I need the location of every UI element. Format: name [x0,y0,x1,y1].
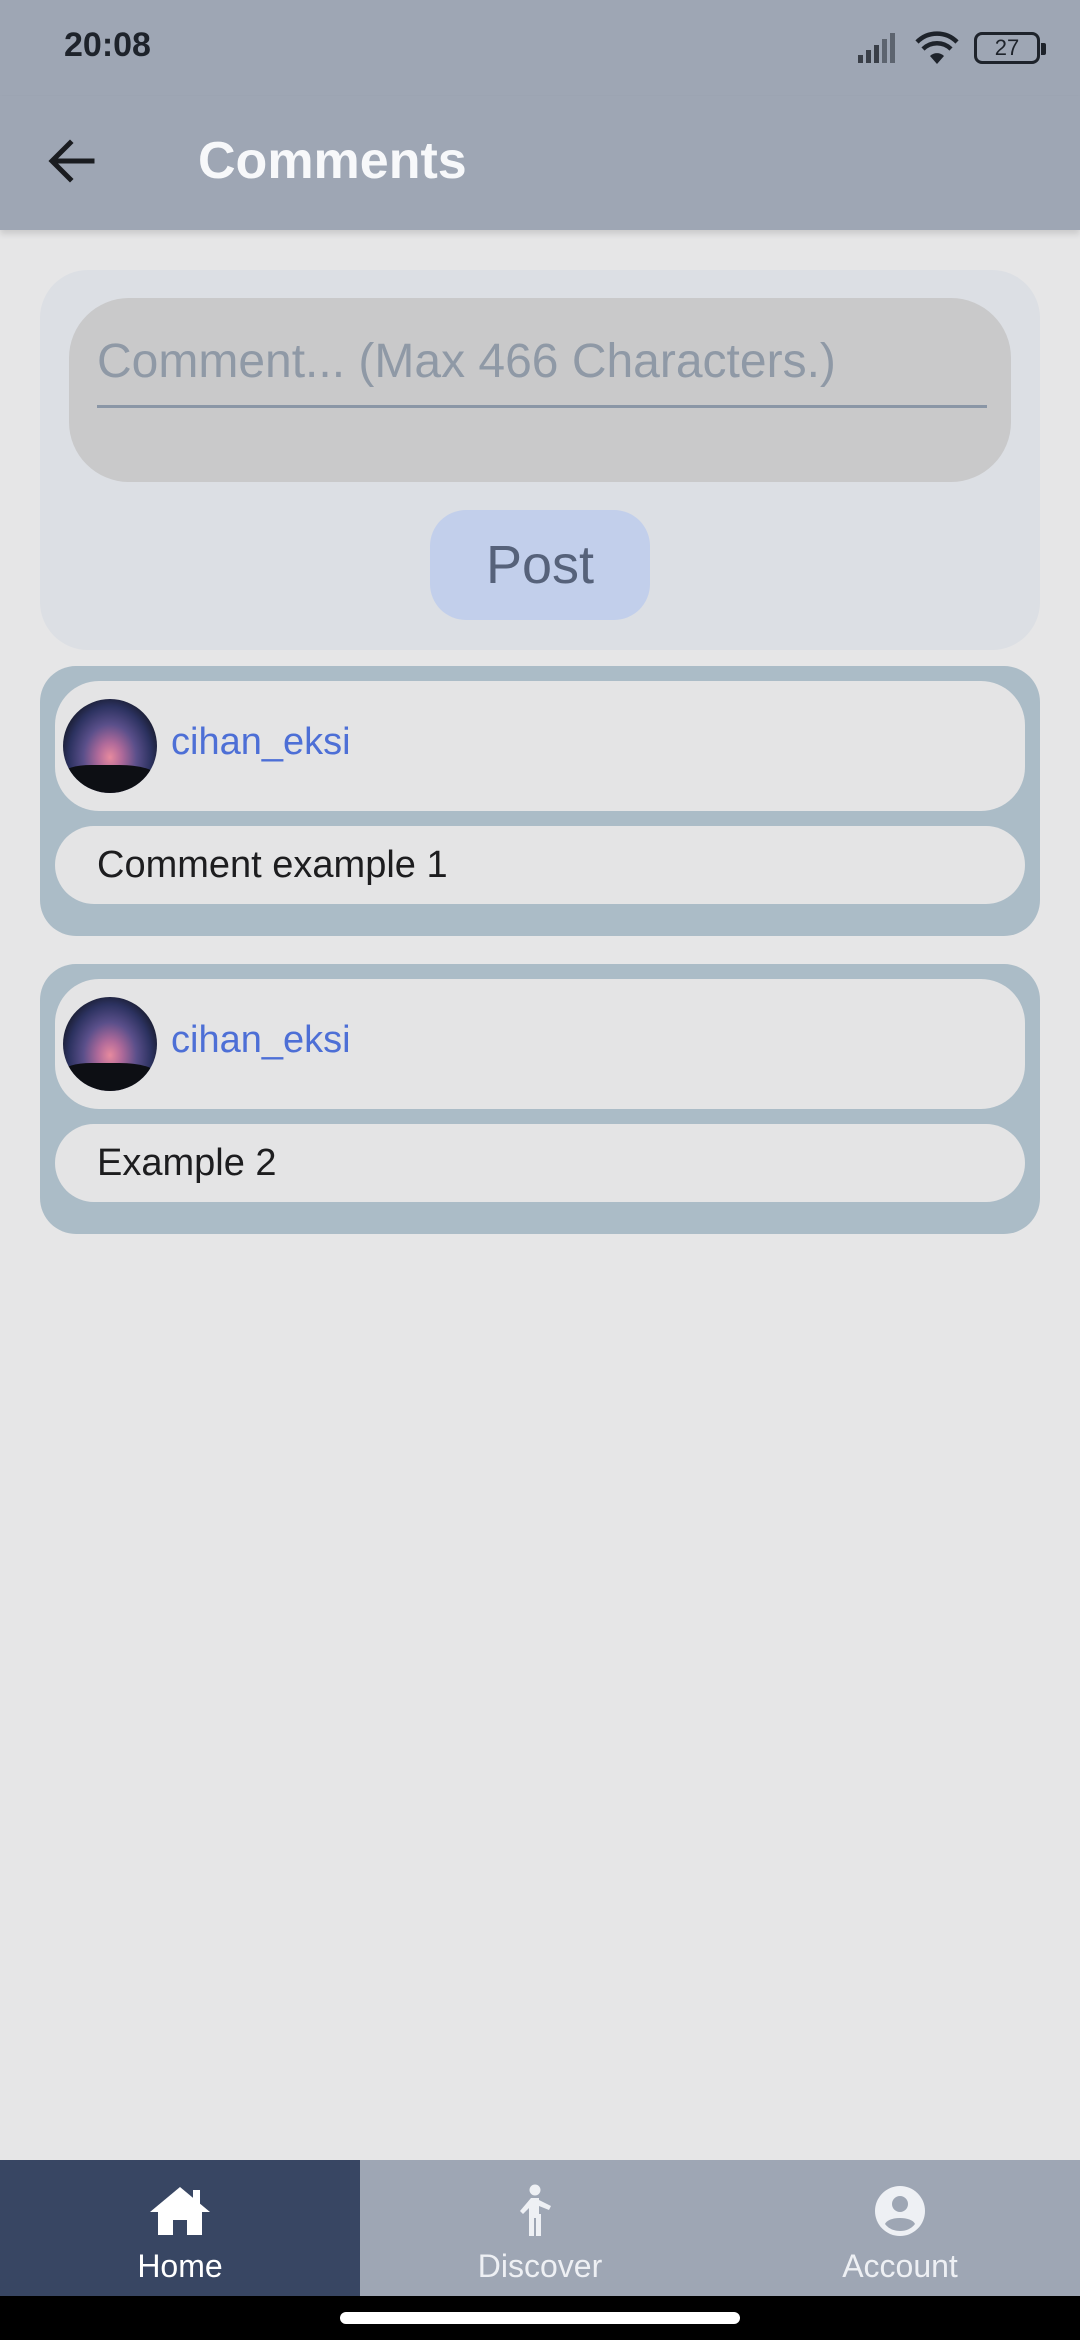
signal-icon [858,33,895,63]
nav-label-home: Home [137,2248,223,2284]
compose-card: Post [40,270,1040,650]
battery-level: 27 [994,35,1020,60]
nav-item-account[interactable]: Account [720,2160,1080,2296]
account-circle-icon [867,2182,933,2240]
comment-card: cihan_eksi Comment example 1 [40,666,1040,936]
nav-label-discover: Discover [477,2248,603,2284]
status-bar: 20:08 27 [0,0,1080,96]
status-time: 20:08 [64,26,151,64]
home-gesture-handle[interactable] [340,2312,740,2324]
system-gesture-area [0,2296,1080,2340]
comment-text: Comment example 1 [97,844,448,886]
comment-author-row[interactable]: cihan_eksi [55,979,1025,1109]
app-bar: Comments [0,96,1080,230]
comment-body: Comment example 1 [55,826,1025,904]
comment-author-row[interactable]: cihan_eksi [55,681,1025,811]
post-button[interactable]: Post [430,510,650,620]
comment-card: cihan_eksi Example 2 [40,964,1040,1234]
wifi-icon [915,31,959,64]
comment-text: Example 2 [97,1142,277,1184]
nav-item-discover[interactable]: Discover [360,2160,720,2296]
comment-body: Example 2 [55,1124,1025,1202]
bottom-navigation: Home Discover Account [0,2160,1080,2296]
comment-username[interactable]: cihan_eksi [171,1019,351,1062]
nav-item-home[interactable]: Home [0,2160,360,2296]
arrow-left-icon [48,139,95,183]
nav-label-account: Account [842,2248,958,2284]
person-walking-icon [507,2182,573,2240]
comment-input[interactable] [97,318,987,408]
avatar[interactable] [63,997,157,1091]
page-title: Comments [198,132,467,190]
home-icon [147,2182,213,2240]
status-icons: 27 [858,28,1046,68]
comment-input-container [69,298,1011,482]
avatar[interactable] [63,699,157,793]
comment-username[interactable]: cihan_eksi [171,721,351,764]
back-button[interactable] [36,126,106,196]
battery-icon: 27 [974,32,1046,64]
